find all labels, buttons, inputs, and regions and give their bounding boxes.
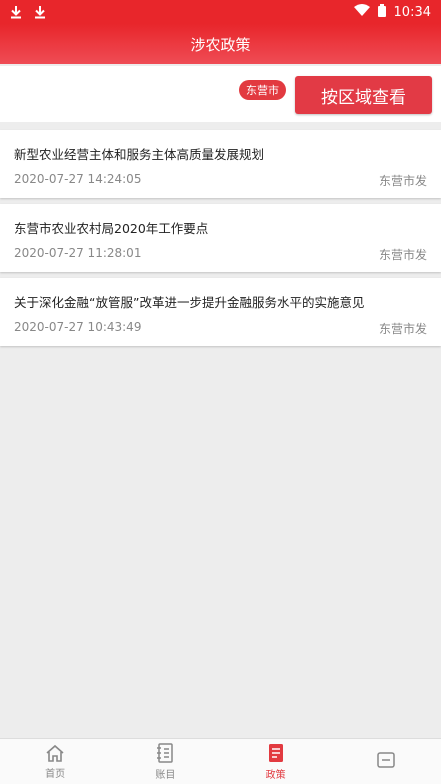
status-bar: 10:34 <box>0 0 441 24</box>
download-icon <box>10 5 22 19</box>
page-title: 涉农政策 <box>190 35 251 54</box>
more-icon <box>376 751 396 769</box>
policy-title: 东营市农业农村局2020年工作要点 <box>14 221 209 236</box>
policy-item[interactable]: 新型农业经营主体和服务主体高质量发展规划 2020-07-27 14:24:05… <box>0 130 441 198</box>
wifi-icon <box>353 4 370 20</box>
policy-source: 东营市发 <box>378 248 427 262</box>
clock: 10:34 <box>393 4 431 20</box>
tab-label: 政策 <box>265 769 286 781</box>
tab-policy[interactable]: 政策 <box>221 739 331 784</box>
app-bar: 涉农政策 <box>0 24 441 64</box>
policy-title: 新型农业经营主体和服务主体高质量发展规划 <box>14 147 265 162</box>
policy-item[interactable]: 关于深化金融“放管服”改革进一步提升金融服务水平的实施意见 2020-07-27… <box>0 278 441 346</box>
tab-ledger[interactable]: 账目 <box>110 739 220 784</box>
policy-source: 东营市发 <box>378 322 427 336</box>
download-icon <box>34 5 46 19</box>
tab-label: 账目 <box>155 769 176 781</box>
ledger-icon <box>156 742 174 763</box>
policy-book-icon <box>267 743 285 763</box>
tab-label: 首页 <box>45 768 66 780</box>
tab-more[interactable] <box>331 739 441 784</box>
bottom-tab-bar: 首页 账目 政策 <box>0 738 441 784</box>
battery-icon <box>377 3 386 21</box>
policy-time: 2020-07-27 10:43:49 <box>14 320 142 334</box>
filter-bar: 东营市 按区域查看 <box>0 66 441 122</box>
policy-item[interactable]: 东营市农业农村局2020年工作要点 2020-07-27 11:28:01 东营… <box>0 204 441 272</box>
policy-time: 2020-07-27 14:24:05 <box>14 172 142 186</box>
region-badge: 东营市 <box>239 80 286 100</box>
policy-time: 2020-07-27 11:28:01 <box>14 246 142 260</box>
policy-title: 关于深化金融“放管服”改革进一步提升金融服务水平的实施意见 <box>14 295 365 310</box>
home-icon <box>45 744 65 762</box>
tab-home[interactable]: 首页 <box>0 739 110 784</box>
view-by-region-button[interactable]: 按区域查看 <box>295 76 432 114</box>
policy-source: 东营市发 <box>378 174 427 188</box>
